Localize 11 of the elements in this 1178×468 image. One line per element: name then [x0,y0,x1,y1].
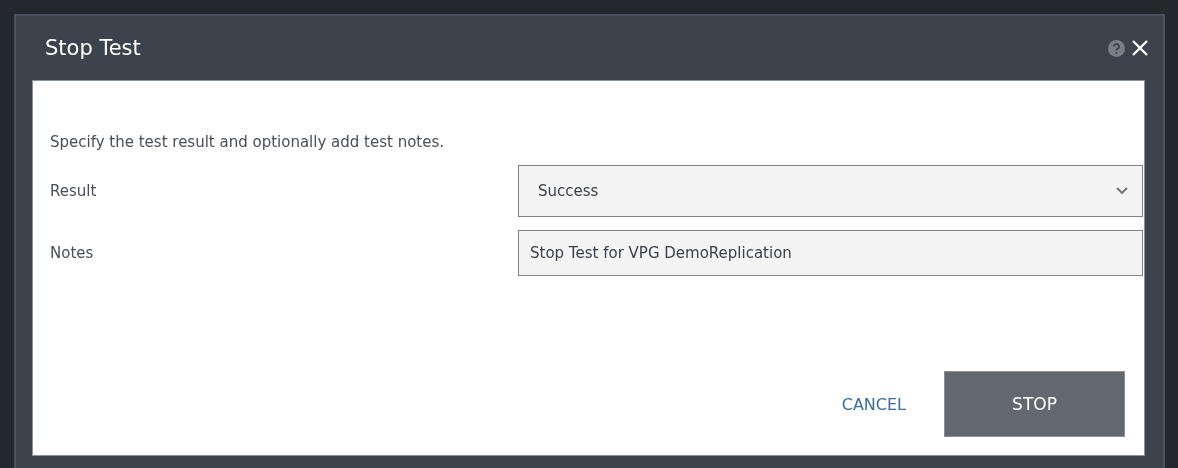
notes-field[interactable]: Stop Test for VPG DemoReplication [518,230,1143,276]
help-icon[interactable] [1108,39,1125,57]
result-dropdown[interactable]: Success [518,165,1143,217]
stop-button[interactable]: STOP [944,371,1125,437]
chevron-down-icon [1116,187,1128,195]
close-icon[interactable] [1131,39,1149,57]
cancel-button[interactable]: CANCEL [841,394,906,414]
dialog-title: Stop Test [45,36,142,60]
field-label: Notes [50,244,95,262]
field-label: Result [50,182,98,200]
instruction-text: Specify the test result and optionally add test notes. [50,133,446,151]
